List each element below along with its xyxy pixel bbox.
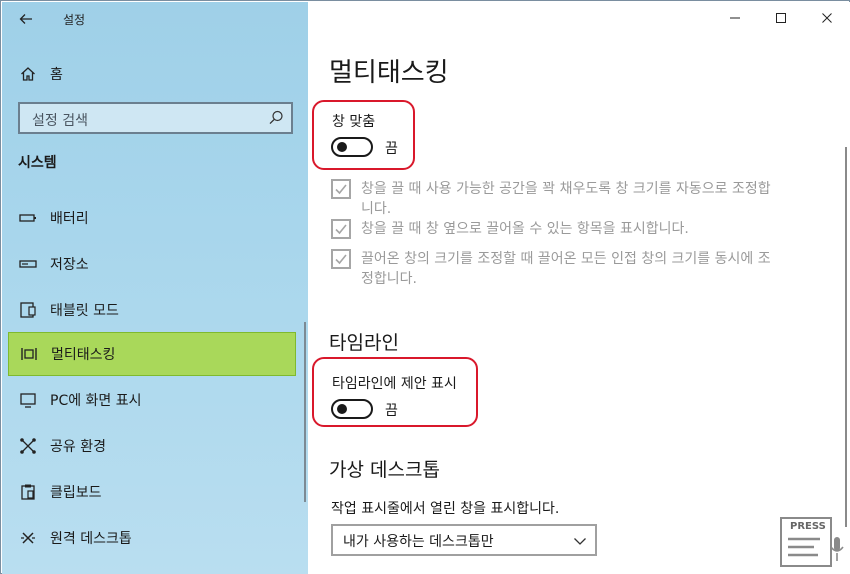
search-input[interactable]: 설정 검색 [18, 102, 293, 134]
toggle-knob [337, 142, 347, 152]
sidebar-item-label: 원격 데스크톱 [50, 531, 132, 547]
window-controls [712, 2, 850, 34]
sidebar: 설정 홈 설정 검색 시스템 배터리 저장소 태블릿 모드 멀티태스킹 PC에 … [2, 2, 308, 574]
sidebar-item-label: 저장소 [50, 257, 89, 273]
remote-desktop-icon [18, 528, 38, 548]
multitasking-icon [19, 344, 39, 364]
sidebar-item-battery[interactable]: 배터리 [8, 196, 296, 240]
checkmark-icon [335, 224, 347, 235]
sidebar-item-label: 태블릿 모드 [50, 303, 119, 319]
virtual-desktops-description: 작업 표시줄에서 열린 창을 표시합니다. [331, 501, 560, 517]
sidebar-item-remote-desktop[interactable]: 원격 데스크톱 [8, 516, 296, 560]
settings-window: 설정 홈 설정 검색 시스템 배터리 저장소 태블릿 모드 멀티태스킹 PC에 … [0, 0, 850, 574]
snap-label: 창 맞춤 [332, 114, 376, 130]
main-content: 멀티태스킹 창 맞춤 끔 창을 끌 때 사용 가능한 공간을 꽉 채우도록 창 … [308, 2, 850, 574]
home-icon [18, 64, 38, 84]
timeline-toggle[interactable] [331, 399, 373, 419]
dropdown-value: 내가 사용하는 데스크톱만 [343, 534, 494, 550]
tablet-mode-icon [18, 300, 38, 320]
timeline-toggle-state: 끔 [385, 403, 398, 419]
app-title: 설정 [63, 13, 86, 27]
sidebar-scrollbar[interactable] [304, 322, 306, 502]
snap-option-2-text: 창을 끌 때 창 옆으로 끌어올 수 있는 항목을 표시합니다. [361, 221, 689, 237]
snap-option-row: 창을 끌 때 사용 가능한 공간을 꽉 채우도록 창 크기를 자동으로 조정합니… [331, 179, 771, 219]
maximize-button[interactable] [758, 2, 804, 34]
sidebar-item-label: 배터리 [50, 211, 89, 227]
sidebar-item-label: 클립보드 [50, 485, 102, 501]
snap-option-1-checkbox[interactable] [331, 179, 351, 199]
sidebar-item-home[interactable]: 홈 [18, 62, 63, 86]
timeline-label: 타임라인에 제안 표시 [332, 376, 457, 392]
storage-icon [18, 254, 38, 274]
toggle-knob [337, 404, 347, 414]
shared-experiences-icon [18, 436, 38, 456]
project-icon [18, 390, 38, 410]
snap-toggle[interactable] [331, 137, 373, 157]
close-icon [822, 13, 832, 23]
snap-toggle-state: 끔 [385, 141, 398, 157]
clipboard-icon [18, 482, 38, 502]
sidebar-item-storage[interactable]: 저장소 [8, 242, 296, 286]
search-icon[interactable] [267, 109, 285, 127]
sidebar-item-label: PC에 화면 표시 [50, 393, 142, 409]
snap-option-3-text: 끌어온 창의 크기를 조정할 때 끌어온 모든 인접 창의 크기를 동시에 조정… [361, 251, 771, 287]
search-placeholder: 설정 검색 [32, 113, 88, 129]
watermark-text: PRESS [790, 521, 826, 532]
chevron-down-icon [573, 533, 587, 552]
sidebar-item-label: 멀티태스킹 [51, 347, 116, 363]
title-bar-left: 설정 [2, 2, 308, 36]
close-button[interactable] [804, 2, 850, 34]
checkmark-icon [335, 254, 347, 265]
sidebar-item-shared-experiences[interactable]: 공유 환경 [8, 424, 296, 468]
home-label: 홈 [50, 67, 63, 83]
minimize-icon [730, 17, 740, 19]
minimize-button[interactable] [712, 2, 758, 34]
sidebar-item-clipboard[interactable]: 클립보드 [8, 470, 296, 514]
back-arrow-icon [19, 14, 32, 24]
maximize-icon [776, 13, 786, 23]
checkmark-icon [335, 184, 347, 195]
back-button[interactable] [14, 8, 38, 30]
page-title: 멀티태스킹 [329, 58, 449, 88]
sidebar-item-label: 공유 환경 [50, 439, 106, 455]
sidebar-item-multitasking[interactable]: 멀티태스킹 [8, 332, 296, 376]
virtual-desktops-heading: 가상 데스크톱 [329, 459, 440, 481]
snap-option-2-checkbox[interactable] [331, 219, 351, 239]
press-watermark: PRESS [780, 517, 846, 569]
snap-option-row: 창을 끌 때 창 옆으로 끌어올 수 있는 항목을 표시합니다. [331, 219, 771, 239]
sidebar-item-project-to-pc[interactable]: PC에 화면 표시 [8, 378, 296, 422]
section-title: 시스템 [18, 155, 57, 171]
snap-option-3-checkbox[interactable] [331, 249, 351, 269]
virtual-desktops-dropdown[interactable]: 내가 사용하는 데스크톱만 [331, 524, 597, 556]
snap-option-1-text: 창을 끌 때 사용 가능한 공간을 꽉 채우도록 창 크기를 자동으로 조정합니… [361, 181, 771, 217]
battery-icon [18, 208, 38, 228]
timeline-heading: 타임라인 [329, 332, 399, 354]
sidebar-item-tablet-mode[interactable]: 태블릿 모드 [8, 288, 296, 332]
snap-option-row: 끌어온 창의 크기를 조정할 때 끌어온 모든 인접 창의 크기를 동시에 조정… [331, 249, 771, 289]
main-scrollbar[interactable] [845, 147, 847, 527]
